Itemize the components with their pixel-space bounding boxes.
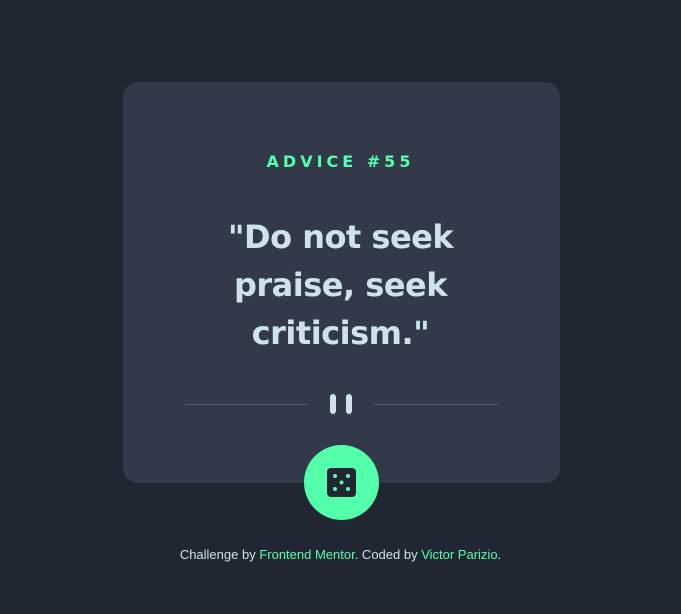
divider-line-left (185, 404, 308, 405)
frontend-mentor-link[interactable]: Frontend Mentor (259, 547, 354, 562)
advice-quote: "Do not seek praise, seek criticism." (227, 218, 454, 352)
dice-icon (327, 468, 356, 497)
author-link[interactable]: Victor Parizio (421, 547, 497, 562)
pause-icon (330, 394, 354, 414)
attribution-middle: . Coded by (354, 547, 422, 562)
advice-id-label: ADVICE #55 (266, 152, 415, 171)
generate-advice-button[interactable] (304, 445, 379, 520)
attribution-footer: Challenge by Frontend Mentor. Coded by V… (0, 547, 681, 562)
pause-bar-right (346, 394, 352, 414)
pause-bar-left (330, 394, 336, 414)
divider-line-right (374, 404, 498, 405)
attribution-suffix: . (497, 547, 502, 562)
attribution-prefix: Challenge by (179, 547, 260, 562)
